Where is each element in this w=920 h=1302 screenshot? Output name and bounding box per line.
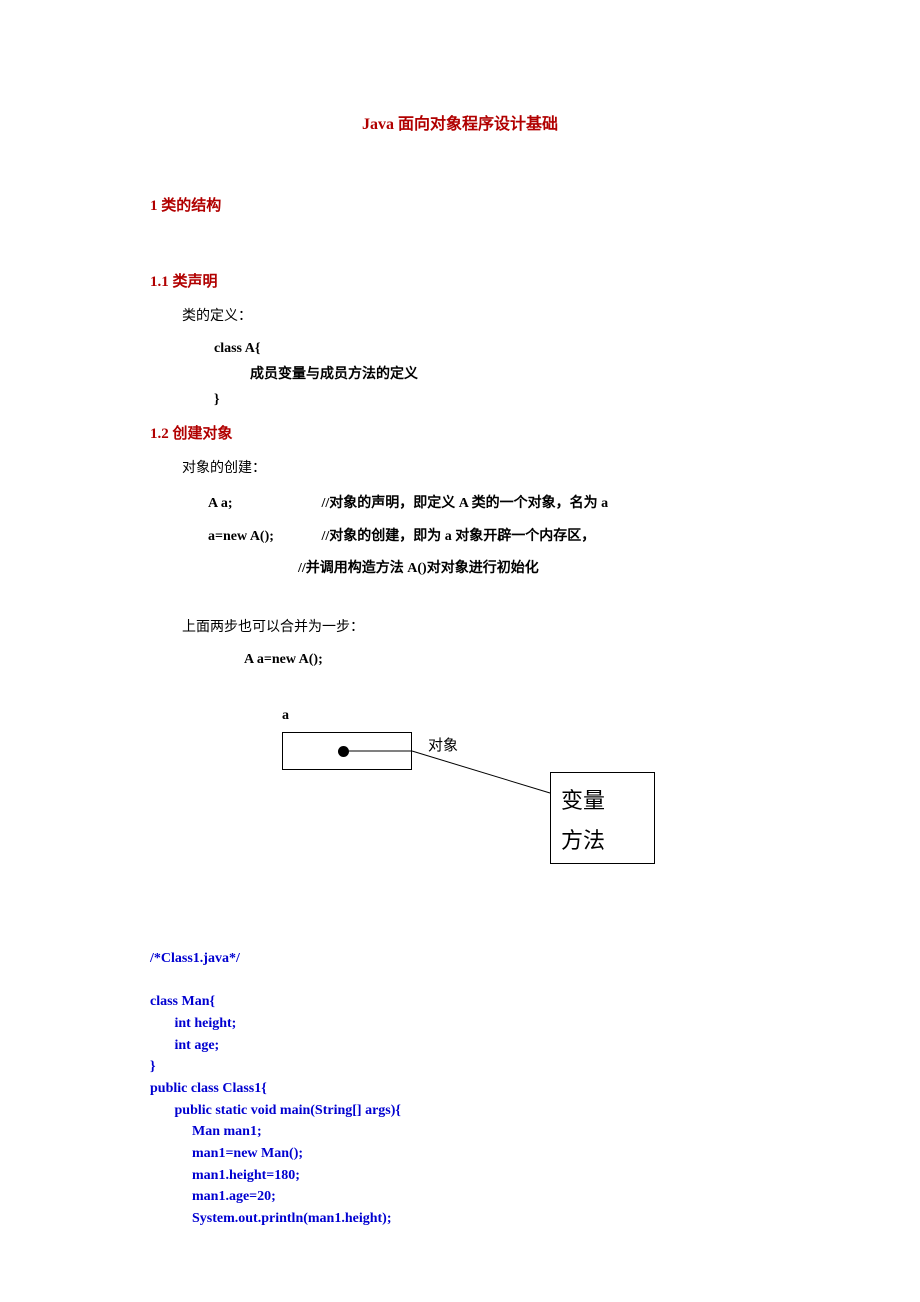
diagram-arrow-svg xyxy=(150,706,770,906)
obj-l1-comment: //对象的声明，即定义 A 类的一个对象，名为 a xyxy=(322,496,609,511)
code-l12: System.out.println(man1.height); xyxy=(150,1211,392,1226)
obj-l2-code: a=new A(); xyxy=(208,521,318,553)
diagram-label-obj: 对象 xyxy=(428,734,458,755)
section-1-1: 1.1 类声明 xyxy=(150,270,770,291)
para-obj-create: 对象的创建： xyxy=(182,458,770,480)
def-line-2: 成员变量与成员方法的定义 xyxy=(214,362,770,387)
code-l2: class Man{ xyxy=(150,994,215,1009)
merge-code: A a=new A(); xyxy=(244,647,770,674)
diagram: a 对象 变量 方法 xyxy=(150,706,770,886)
code-l4: int age; xyxy=(150,1038,219,1053)
diagram-box-object: 变量 方法 xyxy=(550,772,655,864)
code-l8: Man man1; xyxy=(150,1124,262,1139)
def-line-3: } xyxy=(214,387,770,412)
section-1-2: 1.2 创建对象 xyxy=(150,422,770,443)
obj-line-3: //并调用构造方法 A()对对象进行初始化 xyxy=(298,553,770,585)
section-1: 1 类的结构 xyxy=(150,194,770,215)
code-l5: } xyxy=(150,1059,156,1074)
code-l3: int height; xyxy=(150,1016,236,1031)
diagram-label-method: 方法 xyxy=(561,821,644,861)
para-class-def: 类的定义： xyxy=(182,306,770,328)
obj-l2-comment: //对象的创建，即为 a 对象开辟一个内存区， xyxy=(322,529,596,544)
code-l9: man1=new Man(); xyxy=(150,1146,303,1161)
document-page: Java 面向对象程序设计基础 1 类的结构 1.1 类声明 类的定义： cla… xyxy=(0,0,920,1302)
obj-line-2: a=new A(); //对象的创建，即为 a 对象开辟一个内存区， xyxy=(208,521,770,553)
def-line-1: class A{ xyxy=(214,336,770,361)
code-l6: public class Class1{ xyxy=(150,1081,267,1096)
code-l1: /*Class1.java*/ xyxy=(150,951,240,966)
obj-line-1: A a; //对象的声明，即定义 A 类的一个对象，名为 a xyxy=(208,488,770,520)
diagram-label-var: 变量 xyxy=(561,781,644,821)
code-block: /*Class1.java*/ class Man{ int height; i… xyxy=(150,948,770,1230)
code-l10: man1.height=180; xyxy=(150,1168,300,1183)
para-merge: 上面两步也可以合并为一步： xyxy=(182,617,770,639)
code-l11: man1.age=20; xyxy=(150,1189,276,1204)
diagram-line-2 xyxy=(412,751,550,793)
code-l7: public static void main(String[] args){ xyxy=(150,1103,401,1118)
page-title: Java 面向对象程序设计基础 xyxy=(150,110,770,134)
obj-l1-code: A a; xyxy=(208,488,318,520)
